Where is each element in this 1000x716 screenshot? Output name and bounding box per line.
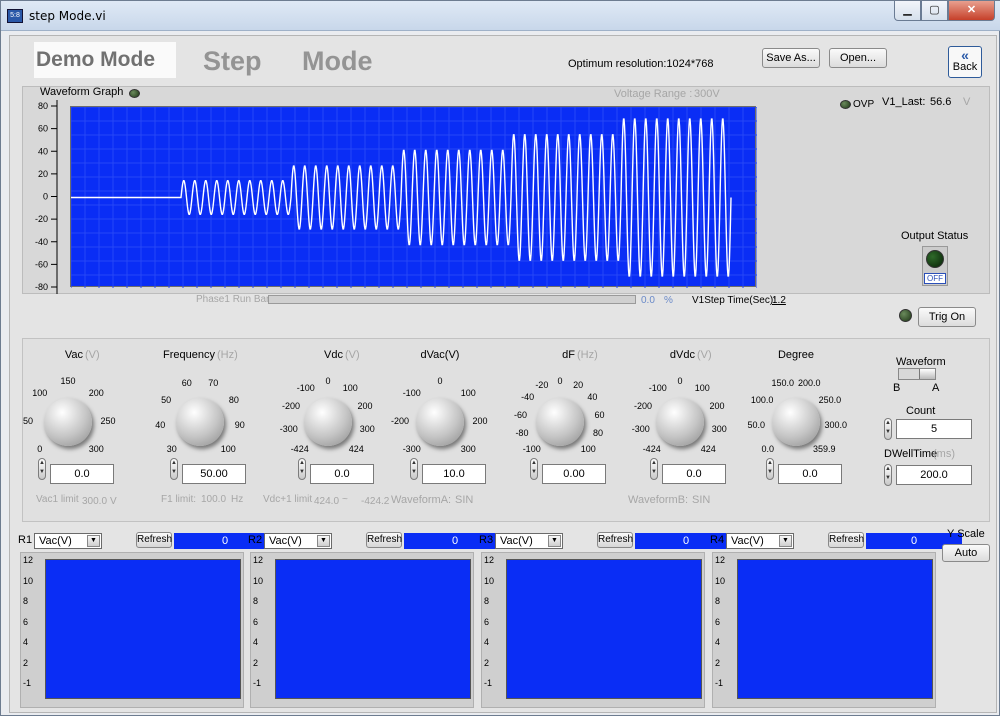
mini-y-tick: 4 (715, 637, 721, 647)
mini-y-tick: 2 (23, 657, 29, 668)
front-panel: Demo Mode Step Mode Optimum resolution:1… (9, 35, 997, 713)
mini-y-tick: 10 (23, 575, 34, 586)
readback-id-1: R2 (248, 534, 263, 546)
mini-y-tick: -1 (715, 678, 724, 688)
maximize-button[interactable]: ▢ (921, 1, 948, 21)
mini-y-tick: 6 (484, 616, 490, 627)
mini-y-tick: 12 (484, 555, 495, 565)
readback-select-value: Vac(V) (731, 535, 764, 547)
mini-y-tick: -1 (253, 678, 262, 688)
mini-y-tick: 2 (715, 657, 721, 668)
window-title: step Mode.vi (29, 9, 106, 23)
mini-y-tick: 8 (23, 596, 29, 606)
mini-y-tick: 2 (253, 657, 259, 668)
mini-y-tick: 6 (715, 616, 721, 627)
readback-id-0: R1 (18, 534, 33, 546)
mini-y-tick: 8 (715, 596, 721, 606)
mini-y-tick: 8 (253, 596, 259, 606)
readback-graph-0: 12 10 8 6 4 2 -1 (20, 552, 244, 708)
y-scale-auto-button[interactable]: Auto (942, 544, 990, 562)
readback-plot-2 (506, 559, 702, 699)
title-bar: 5:8 step Mode.vi ▁ ▢ ✕ (1, 1, 1000, 31)
app-window: 5:8 step Mode.vi ▁ ▢ ✕ Demo Mode Step Mo… (0, 0, 1000, 716)
readback-plot-3 (737, 559, 933, 699)
mini-y-tick: 6 (23, 616, 29, 627)
readback-id-2: R3 (479, 534, 494, 546)
mini-y-tick: -1 (484, 678, 493, 688)
readback-row: R1 Vac(V) ▼ Refresh 0 12 10 8 6 4 2 -1 R2 Vac(V) ▼ Refr… (10, 36, 998, 714)
mini-y-tick: 10 (715, 575, 726, 586)
readback-select-1[interactable]: Vac(V) ▼ (264, 533, 332, 549)
readback-select-2[interactable]: Vac(V) ▼ (495, 533, 563, 549)
mini-y-tick: 8 (484, 596, 490, 606)
mini-y-tick: 2 (484, 657, 490, 668)
chevron-down-icon: ▼ (779, 535, 792, 547)
mini-y-tick: 6 (253, 616, 259, 627)
readback-select-value: Vac(V) (269, 535, 302, 547)
mini-y-tick: 10 (253, 575, 264, 586)
app-icon: 5:8 (7, 9, 23, 23)
readback-select-0[interactable]: Vac(V) ▼ (34, 533, 102, 549)
chevron-down-icon: ▼ (87, 535, 100, 547)
readback-graph-2: 12 10 8 6 4 2 -1 (481, 552, 705, 708)
refresh-button-0[interactable]: Refresh (136, 532, 172, 548)
mini-y-tick: 12 (253, 555, 264, 565)
close-button[interactable]: ✕ (948, 1, 995, 21)
readback-id-3: R4 (710, 534, 725, 546)
mini-y-tick: 4 (484, 637, 490, 647)
mini-y-tick: 12 (23, 555, 34, 565)
mini-y-tick: 12 (715, 555, 726, 565)
readback-graph-3: 12 10 8 6 4 2 -1 (712, 552, 936, 708)
y-scale-label: Y Scale (947, 528, 985, 540)
readback-select-value: Vac(V) (500, 535, 533, 547)
readback-select-value: Vac(V) (39, 535, 72, 547)
readback-graph-1: 12 10 8 6 4 2 -1 (250, 552, 474, 708)
readback-plot-0 (45, 559, 241, 699)
chevron-down-icon: ▼ (317, 535, 330, 547)
refresh-button-3[interactable]: Refresh (828, 532, 864, 548)
readback-plot-1 (275, 559, 471, 699)
mini-y-tick: -1 (23, 678, 32, 688)
mini-y-tick: 4 (23, 637, 29, 647)
chevron-down-icon: ▼ (548, 535, 561, 547)
mini-y-tick: 10 (484, 575, 495, 586)
minimize-button[interactable]: ▁ (894, 1, 921, 21)
refresh-button-2[interactable]: Refresh (597, 532, 633, 548)
mini-y-tick: 4 (253, 637, 259, 647)
refresh-button-1[interactable]: Refresh (366, 532, 402, 548)
readback-select-3[interactable]: Vac(V) ▼ (726, 533, 794, 549)
